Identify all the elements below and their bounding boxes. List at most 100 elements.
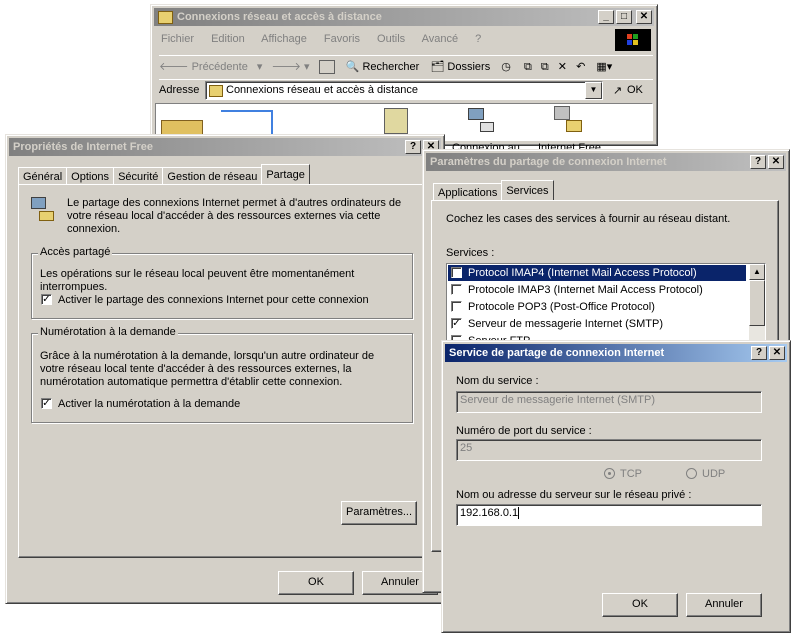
tab-gestion-reseau[interactable]: Gestion de réseau: [162, 167, 263, 184]
close-button[interactable]: ✕: [768, 155, 784, 169]
dial-on-demand-group: Numérotation à la demande Grâce à la num…: [31, 326, 413, 423]
minimize-button[interactable]: _: [598, 10, 614, 24]
udp-radio: [686, 468, 697, 479]
shared-access-group: Accès partagé Les opérations sur le rése…: [31, 246, 413, 319]
history-icon[interactable]: ◷: [501, 61, 511, 73]
enable-dialing-label[interactable]: Activer la numérotation à la demande: [58, 398, 240, 411]
back-arrow-icon[interactable]: 🡐: [159, 61, 189, 73]
enable-dialing-checkbox[interactable]: ✓: [41, 398, 52, 409]
properties-title: Propriétés de Internet Free: [13, 141, 153, 153]
folders-icon[interactable]: 🗂: [430, 61, 444, 73]
help-button[interactable]: ?: [751, 346, 767, 360]
udp-label: UDP: [702, 468, 726, 480]
dialup-icon[interactable]: [554, 106, 584, 136]
tab-applications[interactable]: Applications: [433, 183, 503, 200]
service-port-field: 25: [456, 439, 762, 461]
service-checkbox[interactable]: [451, 301, 462, 312]
menu-edition[interactable]: Edition: [211, 33, 245, 45]
enable-sharing-label[interactable]: Activer le partage des connexions Intern…: [58, 294, 369, 307]
dropdown-icon[interactable]: ▾: [257, 61, 263, 73]
windows-logo-icon: [615, 29, 651, 51]
tcp-label: TCP: [620, 468, 642, 480]
maximize-button[interactable]: □: [616, 10, 632, 24]
close-button[interactable]: ✕: [769, 346, 785, 360]
service-port-label: Numéro de port du service :: [456, 425, 592, 437]
services-intro: Cochez les cases des services à fournir …: [446, 213, 731, 225]
menu-help[interactable]: ?: [475, 33, 481, 45]
list-item[interactable]: Protocol IMAP4 (Internet Mail Access Pro…: [448, 265, 746, 281]
service-checkbox[interactable]: [451, 284, 462, 295]
partage-intro: Le partage des connexions Internet perme…: [67, 197, 402, 235]
menu-favoris[interactable]: Favoris: [324, 33, 360, 45]
help-button[interactable]: ?: [750, 155, 766, 169]
address-input[interactable]: Connexions réseau et accès à distance ▼: [205, 81, 603, 100]
explorer-title: Connexions réseau et accès à distance: [177, 11, 382, 23]
menu-affichage[interactable]: Affichage: [261, 33, 307, 45]
text-cursor: [518, 507, 520, 520]
params-title: Paramètres du partage de connexion Inter…: [430, 156, 667, 168]
connection-icon[interactable]: [384, 108, 408, 134]
list-scrollbar[interactable]: ▲: [749, 264, 765, 344]
menu-fichier[interactable]: Fichier: [161, 33, 194, 45]
copy-to-icon[interactable]: ⧉: [541, 61, 549, 73]
search-icon[interactable]: 🔍: [346, 61, 360, 73]
network-share-icon: [31, 197, 55, 223]
properties-tabs: Général Options Sécurité Gestion de rése…: [18, 164, 310, 184]
shared-access-text: Les opérations sur le réseau local peuve…: [40, 268, 355, 293]
parametres-button[interactable]: Paramètres...: [341, 501, 417, 525]
cancel-button[interactable]: Annuler: [686, 593, 762, 617]
address-label: Adresse: [159, 84, 200, 96]
help-button[interactable]: ?: [405, 140, 421, 154]
properties-titlebar[interactable]: Propriétés de Internet Free ? ✕: [9, 138, 441, 156]
service-name-label: Nom du service :: [456, 375, 539, 387]
scroll-up-button[interactable]: ▲: [749, 264, 765, 280]
address-bar: Adresse Connexions réseau et accès à dis…: [159, 79, 653, 102]
tab-general[interactable]: Général: [18, 167, 68, 184]
params-titlebar[interactable]: Paramètres du partage de connexion Inter…: [426, 153, 786, 171]
folders-button[interactable]: Dossiers: [447, 61, 490, 73]
properties-dialog: Propriétés de Internet Free ? ✕ Général …: [5, 134, 445, 604]
address-dropdown-button[interactable]: ▼: [585, 82, 602, 99]
dial-on-demand-text: Grâce à la numérotation à la demande, lo…: [40, 350, 375, 388]
service-checkbox[interactable]: [451, 267, 462, 278]
services-list[interactable]: Protocol IMAP4 (Internet Mail Access Pro…: [446, 263, 766, 345]
list-item[interactable]: ✓ Serveur de messagerie Internet (SMTP): [448, 316, 746, 332]
search-button[interactable]: Rechercher: [362, 61, 419, 73]
up-folder-icon[interactable]: [318, 60, 335, 75]
ok-button[interactable]: OK: [602, 593, 678, 617]
delete-icon[interactable]: ✕: [558, 61, 567, 73]
services-label: Services :: [446, 247, 495, 259]
views-icon[interactable]: ▦▾: [596, 61, 612, 73]
move-to-icon[interactable]: ⧉: [524, 61, 532, 73]
toolbar: 🡐 Précédente ▾ 🡒 ▾ 🔍 Rechercher 🗂 Dossie…: [159, 55, 653, 79]
server-address-input[interactable]: 192.168.0.1: [456, 504, 762, 526]
menu-avance[interactable]: Avancé: [422, 33, 459, 45]
list-item[interactable]: Protocole POP3 (Post-Office Protocol): [448, 299, 746, 315]
forward-arrow-icon[interactable]: 🡒 ▾: [271, 61, 309, 73]
back-button[interactable]: Précédente: [192, 61, 248, 73]
go-button[interactable]: OK: [627, 84, 643, 96]
ok-button[interactable]: OK: [278, 571, 354, 595]
menu-outils[interactable]: Outils: [377, 33, 405, 45]
tab-partage[interactable]: Partage: [261, 164, 310, 184]
enable-sharing-checkbox[interactable]: ✓: [41, 294, 52, 305]
explorer-titlebar[interactable]: Connexions réseau et accès à distance _ …: [154, 8, 654, 26]
service-titlebar[interactable]: Service de partage de connexion Internet…: [445, 344, 787, 362]
scroll-thumb[interactable]: [749, 280, 765, 326]
close-button[interactable]: ✕: [636, 10, 652, 24]
undo-icon[interactable]: ↶: [576, 61, 585, 73]
go-arrow-icon[interactable]: ↗: [613, 84, 622, 97]
server-address-label: Nom ou adresse du serveur sur le réseau …: [456, 489, 692, 501]
partage-pane: Le partage des connexions Internet perme…: [18, 184, 428, 558]
list-item[interactable]: Protocole IMAP3 (Internet Mail Access Pr…: [448, 282, 746, 298]
shared-access-legend: Accès partagé: [38, 246, 113, 258]
network-computer-icon[interactable]: [468, 108, 494, 134]
tab-services[interactable]: Services: [501, 180, 554, 200]
tab-options[interactable]: Options: [66, 167, 115, 184]
service-dialog: Service de partage de connexion Internet…: [441, 340, 791, 633]
network-folder-icon: [209, 85, 223, 97]
service-checkbox[interactable]: ✓: [451, 318, 462, 329]
tab-securite[interactable]: Sécurité: [113, 167, 164, 184]
service-title: Service de partage de connexion Internet: [449, 347, 665, 359]
explorer-window: Connexions réseau et accès à distance _ …: [150, 4, 658, 154]
